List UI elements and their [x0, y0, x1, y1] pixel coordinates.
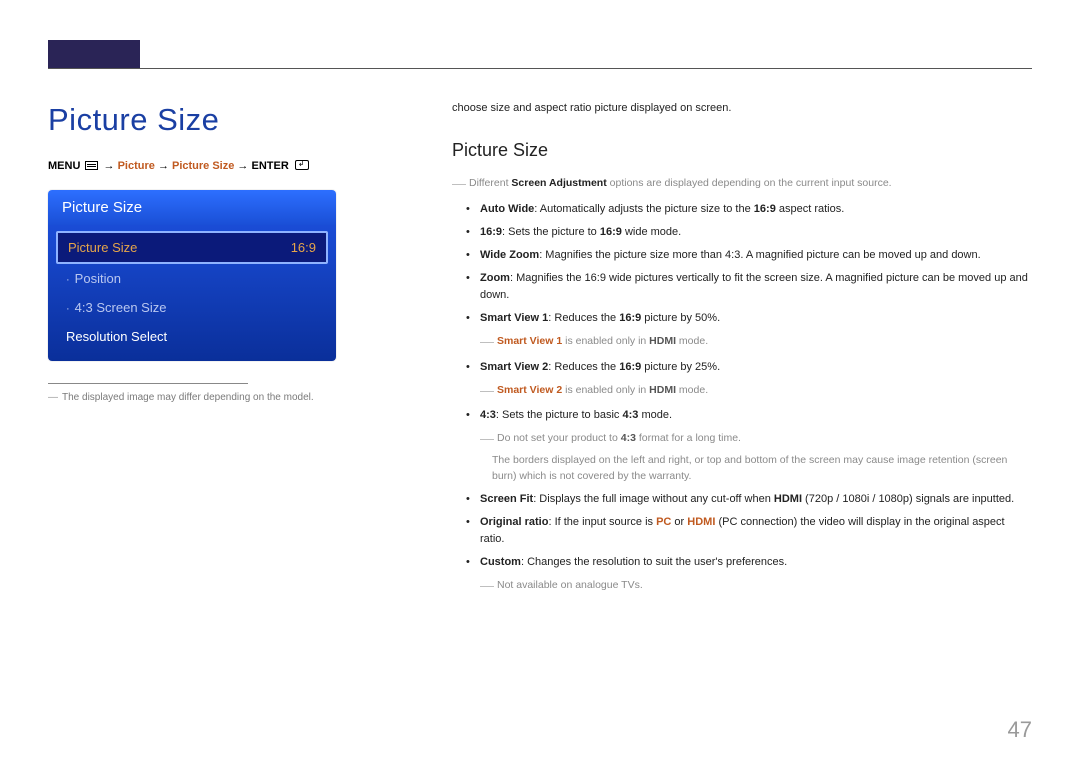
- osd-row-position[interactable]: · Position: [56, 264, 328, 293]
- list-item: 4:3: Sets the picture to basic 4:3 mode.: [452, 407, 1032, 424]
- intro-text: choose size and aspect ratio picture dis…: [452, 100, 1032, 117]
- note-smart-view-2: ―Smart View 2 is enabled only in HDMI mo…: [452, 380, 1032, 402]
- osd-row-label: Position: [75, 271, 121, 286]
- bullet-list: Smart View 2: Reduces the 16:9 picture b…: [452, 359, 1032, 376]
- sub-heading: Picture Size: [452, 137, 1032, 165]
- note-smart-view-1: ―Smart View 1 is enabled only in HDMI mo…: [452, 331, 1032, 353]
- list-item: Custom: Changes the resolution to suit t…: [452, 554, 1032, 571]
- bullet-dot: ·: [66, 303, 70, 315]
- list-item: Zoom: Magnifies the 16:9 wide pictures v…: [452, 270, 1032, 304]
- bullet-list: Auto Wide: Automatically adjusts the pic…: [452, 201, 1032, 327]
- osd-row-43-screen-size[interactable]: · 4:3 Screen Size: [56, 293, 328, 322]
- breadcrumb-picture: Picture: [118, 160, 155, 172]
- osd-row-label: 4:3 Screen Size: [75, 300, 167, 315]
- header-rule: [48, 68, 1032, 69]
- note-43-warning-cont: The borders displayed on the left and ri…: [452, 452, 1032, 485]
- menu-icon: [85, 161, 98, 170]
- list-item: Original ratio: If the input source is P…: [452, 514, 1032, 548]
- enter-icon: [295, 160, 309, 170]
- osd-row-picture-size[interactable]: Picture Size 16:9: [56, 231, 328, 264]
- list-item: Auto Wide: Automatically adjusts the pic…: [452, 201, 1032, 218]
- list-item: Screen Fit: Displays the full image with…: [452, 491, 1032, 508]
- osd-panel: Picture Size Picture Size 16:9 · Position…: [48, 190, 336, 361]
- header-accent-block: [48, 40, 140, 69]
- osd-row-resolution-select[interactable]: Resolution Select: [56, 322, 328, 351]
- osd-row-value: 16:9: [291, 240, 316, 255]
- note-screen-adjustment: ―Different Screen Adjustment options are…: [452, 173, 1032, 195]
- list-item: Smart View 1: Reduces the 16:9 picture b…: [452, 310, 1032, 327]
- osd-title: Picture Size: [48, 190, 336, 225]
- osd-row-label: Resolution Select: [66, 329, 167, 344]
- list-item: Smart View 2: Reduces the 16:9 picture b…: [452, 359, 1032, 376]
- bullet-list: 4:3: Sets the picture to basic 4:3 mode.: [452, 407, 1032, 424]
- page-number: 47: [1008, 717, 1032, 743]
- osd-body: Picture Size 16:9 · Position · 4:3 Screen …: [48, 225, 336, 361]
- list-item: 16:9: Sets the picture to 16:9 wide mode…: [452, 224, 1032, 241]
- note-custom: ―Not available on analogue TVs.: [452, 575, 1032, 597]
- content-column: choose size and aspect ratio picture dis…: [452, 100, 1032, 596]
- menu-literal: MENU: [48, 160, 80, 172]
- enter-literal: ENTER: [251, 160, 288, 172]
- bullet-list: Screen Fit: Displays the full image with…: [452, 491, 1032, 571]
- list-item: Wide Zoom: Magnifies the picture size mo…: [452, 247, 1032, 264]
- footnote-rule: [48, 383, 248, 384]
- osd-row-label: Picture Size: [68, 240, 137, 255]
- note-43-warning: ―Do not set your product to 4:3 format f…: [452, 428, 1032, 450]
- bullet-dot: ·: [66, 274, 70, 286]
- breadcrumb-picture-size: Picture Size: [172, 160, 234, 172]
